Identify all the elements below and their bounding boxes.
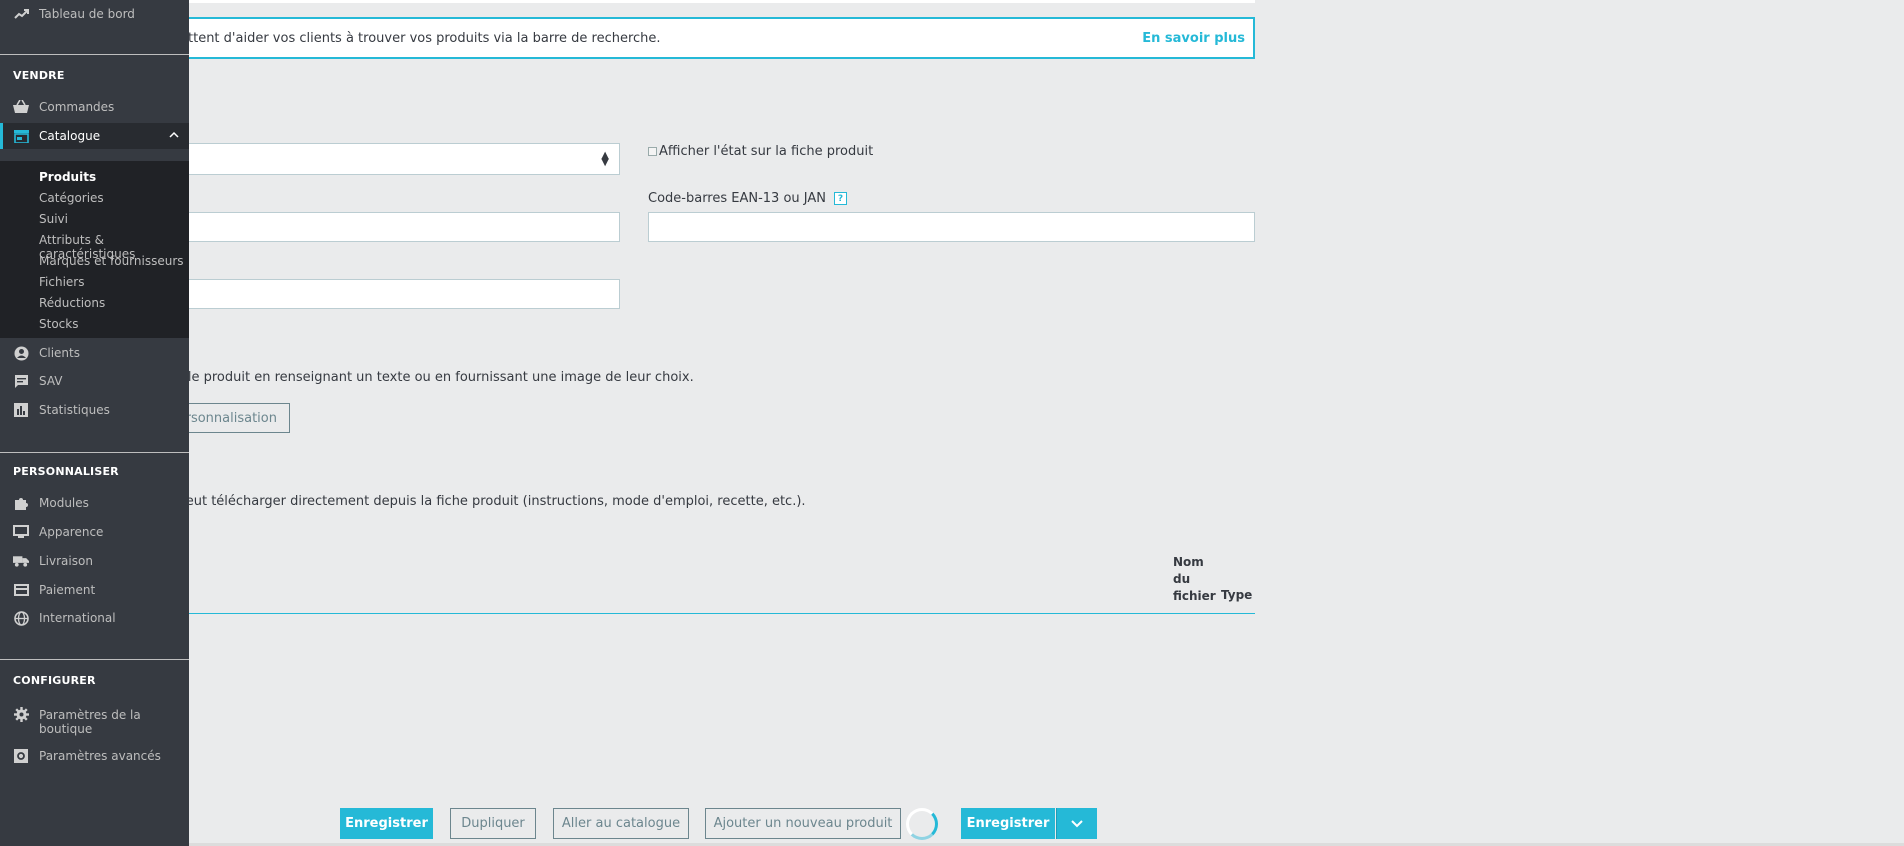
section-title-configure: CONFIGURER (13, 674, 96, 687)
sidebar-label: Modules (39, 496, 89, 510)
sidebar-item-international[interactable]: International (0, 605, 189, 631)
show-condition-option[interactable]: Afficher l'état sur la fiche produit (648, 144, 873, 159)
footer-actions: Enregistrer Dupliquer Aller au catalogue… (0, 808, 1904, 846)
section-title-sell: VENDRE (13, 69, 65, 82)
basket-icon (13, 99, 29, 115)
sidebar-label: SAV (39, 374, 63, 388)
condition-select[interactable]: ▲ ▼ (160, 143, 620, 175)
info-banner-text: ttent d'aider vos clients à trouver vos … (188, 30, 661, 46)
submenu-item-brands[interactable]: Marques et fournisseurs (39, 254, 184, 268)
upc-input[interactable] (160, 279, 620, 309)
sidebar-label: Paramètres de la boutique (39, 708, 141, 736)
submenu-item-categories[interactable]: Catégories (39, 191, 104, 205)
credit-card-icon (13, 582, 29, 598)
user-circle-icon (13, 345, 29, 361)
attachments-table-header: Nom du fichier Type (160, 552, 1255, 614)
sidebar-item-support[interactable]: SAV (0, 368, 189, 394)
loading-spinner-icon (906, 808, 938, 840)
truck-icon (13, 553, 29, 569)
help-icon[interactable]: ? (834, 192, 848, 205)
sidebar-item-appearance[interactable]: Apparence (0, 519, 189, 545)
column-file-name[interactable]: Nom du fichier (1173, 554, 1221, 605)
bar-chart-icon (13, 402, 29, 418)
sidebar-divider (0, 659, 189, 660)
trending-up-icon (13, 6, 29, 22)
select-caret-icon: ▲ ▼ (601, 150, 609, 168)
ean-label: Code-barres EAN-13 ou JAN ? (648, 191, 848, 206)
save-options-dropdown[interactable] (1056, 808, 1097, 839)
sidebar-label: International (39, 611, 116, 625)
sidebar-label: Commandes (39, 100, 115, 114)
settings-box-icon (13, 748, 29, 764)
sidebar-label: Paiement (39, 583, 96, 597)
sidebar-item-payment[interactable]: Paiement (0, 577, 189, 603)
sidebar-item-catalog[interactable]: Catalogue (0, 123, 189, 149)
learn-more-link[interactable]: En savoir plus (1142, 31, 1245, 46)
reference-input[interactable] (160, 212, 620, 242)
show-condition-label: Afficher l'état sur la fiche produit (659, 144, 874, 159)
sidebar-label: Clients (39, 346, 80, 360)
save-primary-button[interactable]: Enregistrer (961, 808, 1055, 839)
submenu-item-monitoring[interactable]: Suivi (39, 212, 68, 226)
sidebar-item-shipping[interactable]: Livraison (0, 548, 189, 574)
column-type[interactable]: Type (1221, 588, 1252, 602)
go-to-catalog-button[interactable]: Aller au catalogue (553, 808, 689, 839)
submenu-item-stocks[interactable]: Stocks (39, 317, 78, 331)
sidebar-label: Livraison (39, 554, 93, 568)
globe-icon (13, 610, 29, 626)
sidebar-label: Paramètres avancés (39, 749, 161, 763)
chevron-down-icon (1071, 819, 1083, 827)
add-new-product-button[interactable]: Ajouter un nouveau produit (705, 808, 901, 839)
store-icon (13, 128, 29, 144)
save-button[interactable]: Enregistrer (340, 808, 433, 839)
monitor-icon (13, 524, 29, 540)
sidebar-label: Tableau de bord (39, 7, 135, 21)
sidebar-item-dashboard[interactable]: Tableau de bord (0, 1, 189, 27)
info-banner: ttent d'aider vos clients à trouver vos … (160, 17, 1255, 59)
sidebar-label: Catalogue (39, 129, 101, 143)
chevron-up-icon (169, 131, 179, 138)
ean-input[interactable] (648, 212, 1255, 242)
sidebar: Tableau de bord VENDRE Commandes Catalog… (0, 0, 189, 846)
sidebar-divider (0, 54, 189, 55)
attachments-description: nt peut télécharger directement depuis l… (160, 494, 806, 509)
submenu-item-products[interactable]: Produits (39, 170, 96, 184)
sidebar-item-statistics[interactable]: Statistiques (0, 397, 189, 423)
submenu-item-files[interactable]: Fichiers (39, 275, 84, 289)
main-content: ttent d'aider vos clients à trouver vos … (0, 0, 1904, 846)
section-title-customize: PERSONNALISER (13, 465, 119, 478)
gear-icon (13, 706, 29, 722)
sidebar-item-modules[interactable]: Modules (0, 490, 189, 516)
sidebar-item-customers[interactable]: Clients (0, 340, 189, 366)
chat-icon (13, 373, 29, 389)
customization-description: iser le produit en renseignant un texte … (160, 370, 694, 385)
submenu-item-discounts[interactable]: Réductions (39, 296, 105, 310)
catalog-submenu: Produits Catégories Suivi Attributs & ca… (0, 161, 189, 338)
duplicate-button[interactable]: Dupliquer (450, 808, 536, 839)
show-condition-checkbox[interactable] (648, 147, 657, 156)
sidebar-item-advanced-parameters[interactable]: Paramètres avancés (0, 743, 189, 769)
top-panel-edge (189, 0, 1255, 3)
puzzle-icon (13, 495, 29, 511)
sidebar-item-shop-parameters[interactable]: Paramètres de la boutique (0, 704, 189, 740)
sidebar-item-orders[interactable]: Commandes (0, 94, 189, 120)
sidebar-label: Apparence (39, 525, 104, 539)
ean-label-text: Code-barres EAN-13 ou JAN (648, 191, 827, 206)
sidebar-divider (0, 452, 189, 453)
sidebar-label: Statistiques (39, 403, 110, 417)
